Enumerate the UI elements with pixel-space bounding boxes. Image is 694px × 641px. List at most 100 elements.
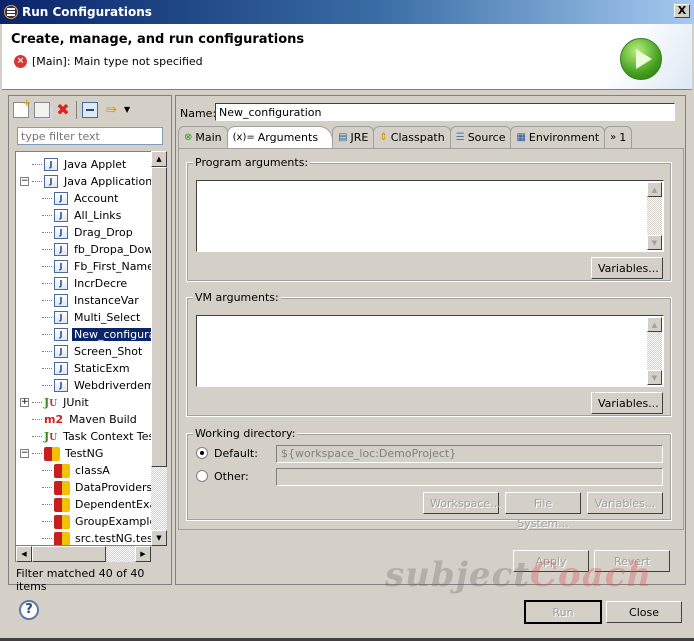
tab-label: Source: [467, 131, 506, 144]
close-button[interactable]: Close: [606, 601, 682, 623]
testng-icon: [54, 514, 70, 530]
testng-icon: [54, 480, 70, 496]
vm-variables-button[interactable]: Variables...: [591, 392, 663, 414]
scroll-up-button[interactable]: ▲: [647, 317, 662, 332]
window-close-button[interactable]: X: [674, 4, 690, 18]
vm-arguments-textarea[interactable]: ▲ ▼: [196, 315, 664, 387]
program-arguments-textarea[interactable]: ▲ ▼: [196, 180, 664, 252]
tree-item[interactable]: − J Java Application: [20, 173, 154, 190]
tree-item-label: GroupExample: [75, 515, 157, 528]
tree-item-label: StaticExm: [74, 362, 130, 375]
testng-icon: [54, 463, 70, 479]
tree-item[interactable]: J StaticExm: [42, 360, 132, 377]
tab-jre[interactable]: ▤ JRE: [332, 126, 375, 148]
delete-icon[interactable]: ✖: [55, 102, 71, 118]
collapse-icon[interactable]: −: [20, 177, 29, 186]
scroll-left-button[interactable]: ◀: [16, 546, 32, 562]
java-app-icon: J: [54, 226, 68, 239]
tree-item[interactable]: J All_Links: [42, 207, 123, 224]
tab-arguments[interactable]: (x)= Arguments: [226, 126, 334, 148]
tree-item[interactable]: J Multi_Select: [42, 309, 142, 326]
tree-item[interactable]: GroupExample: [42, 513, 158, 530]
junit-icon: JU: [44, 396, 58, 409]
tree-item[interactable]: J IncrDecre: [42, 275, 129, 292]
filter-icon[interactable]: ⇛: [103, 102, 119, 118]
scroll-up-button[interactable]: ▲: [647, 182, 662, 197]
tree-item[interactable]: J Drag_Drop: [42, 224, 135, 241]
tab-environment[interactable]: ▦ Environment: [510, 126, 606, 148]
name-label: Name:: [180, 107, 217, 120]
dropdown-icon[interactable]: ▼: [124, 102, 132, 118]
tab-classpath[interactable]: ⇕ Classpath: [373, 126, 451, 148]
vm-args-scrollbar[interactable]: ▲ ▼: [647, 317, 662, 385]
collapse-icon[interactable]: −: [20, 449, 29, 458]
tree-item[interactable]: J Java Applet: [20, 156, 128, 173]
name-input[interactable]: [215, 103, 675, 121]
tree-horizontal-scrollbar[interactable]: ◀ ▶: [15, 546, 151, 562]
tree-item-label: Drag_Drop: [74, 226, 133, 239]
workspace-button[interactable]: Workspace...: [423, 492, 501, 514]
tree-item[interactable]: − TestNG: [20, 445, 105, 462]
arguments-tab-content: Program arguments: ▲ ▼ Variables... VM a…: [178, 148, 684, 530]
program-variables-button[interactable]: Variables...: [591, 257, 663, 279]
filter-input[interactable]: [17, 127, 163, 145]
dialog-title: Create, manage, and run configurations: [11, 32, 305, 47]
tree-vertical-scrollbar[interactable]: ▲ ▼: [151, 151, 167, 546]
tab-label: Classpath: [390, 131, 445, 144]
testng-icon: [54, 497, 70, 513]
vm-arguments-label: VM arguments:: [193, 291, 281, 304]
filter-status: Filter matched 40 of 40 items: [16, 567, 145, 593]
vm-arguments-group: VM arguments: ▲ ▼ Variables...: [186, 291, 672, 417]
java-app-icon: J: [54, 209, 68, 222]
program-args-scrollbar[interactable]: ▲ ▼: [647, 182, 662, 250]
tree-item[interactable]: J Webdriverdem: [42, 377, 157, 394]
tree-item[interactable]: m2 Maven Build: [20, 411, 139, 428]
tab-source[interactable]: ☰ Source: [449, 126, 512, 148]
config-toolbar: ✖ ⇛ ▼: [13, 98, 132, 121]
tree-item-label: Fb_First_Name: [74, 260, 154, 273]
scroll-right-button[interactable]: ▶: [135, 546, 151, 562]
tree-item-label: DataProviders: [75, 481, 153, 494]
file-system-button[interactable]: File System...: [505, 492, 581, 530]
hscroll-thumb[interactable]: [32, 546, 106, 562]
default-radio[interactable]: [196, 447, 208, 459]
tree-item[interactable]: J New_configura: [42, 326, 158, 343]
collapse-all-icon[interactable]: [82, 102, 98, 118]
duplicate-icon[interactable]: [34, 102, 50, 118]
tree-item[interactable]: J InstanceVar: [42, 292, 141, 309]
config-tabs: ⊗ Main (x)= Arguments ▤ JRE ⇕ Classpath ☰ Source ▦…: [178, 126, 633, 148]
scroll-down-button[interactable]: ▼: [647, 370, 662, 385]
scroll-down-button[interactable]: ▼: [151, 530, 167, 546]
tree-item-label: InstanceVar: [74, 294, 139, 307]
tree-item[interactable]: src.testNG.tes: [42, 530, 155, 545]
new-icon[interactable]: [13, 98, 31, 118]
other-radio[interactable]: [196, 470, 208, 482]
tree-item[interactable]: DataProviders: [42, 479, 154, 496]
scroll-thumb[interactable]: [151, 167, 167, 467]
tree-item[interactable]: J Account: [42, 190, 120, 207]
help-button[interactable]: ?: [19, 600, 39, 620]
testng-icon: [54, 531, 70, 545]
scroll-down-button[interactable]: ▼: [647, 235, 662, 250]
apply-button[interactable]: Apply: [513, 550, 589, 572]
other-directory-field[interactable]: [276, 468, 663, 486]
tab-main[interactable]: ⊗ Main: [178, 126, 228, 148]
working-directory-label: Working directory:: [193, 427, 298, 440]
revert-button[interactable]: Revert: [594, 550, 670, 572]
tree-item[interactable]: J Screen_Shot: [42, 343, 144, 360]
tree-item[interactable]: Jfb_Dropa_Dow: [42, 241, 155, 258]
other-label: Other:: [214, 470, 249, 483]
tree-item[interactable]: DependentExa: [42, 496, 158, 513]
scroll-up-button[interactable]: ▲: [151, 151, 167, 167]
tab-1[interactable]: » 1: [604, 126, 633, 148]
default-label: Default:: [214, 447, 258, 460]
run-button[interactable]: Run: [524, 600, 602, 624]
tree-item[interactable]: J Fb_First_Name: [42, 258, 156, 275]
tab-label: Arguments: [257, 131, 319, 144]
tree-item[interactable]: + JU JUnit: [20, 394, 91, 411]
working-dir-variables-button[interactable]: Variables...: [587, 492, 663, 514]
expand-icon[interactable]: +: [20, 398, 29, 407]
tree-item-label: All_Links: [74, 209, 122, 222]
tree-item[interactable]: JU Task Context Test: [20, 428, 161, 445]
tree-item[interactable]: classA: [42, 462, 112, 479]
